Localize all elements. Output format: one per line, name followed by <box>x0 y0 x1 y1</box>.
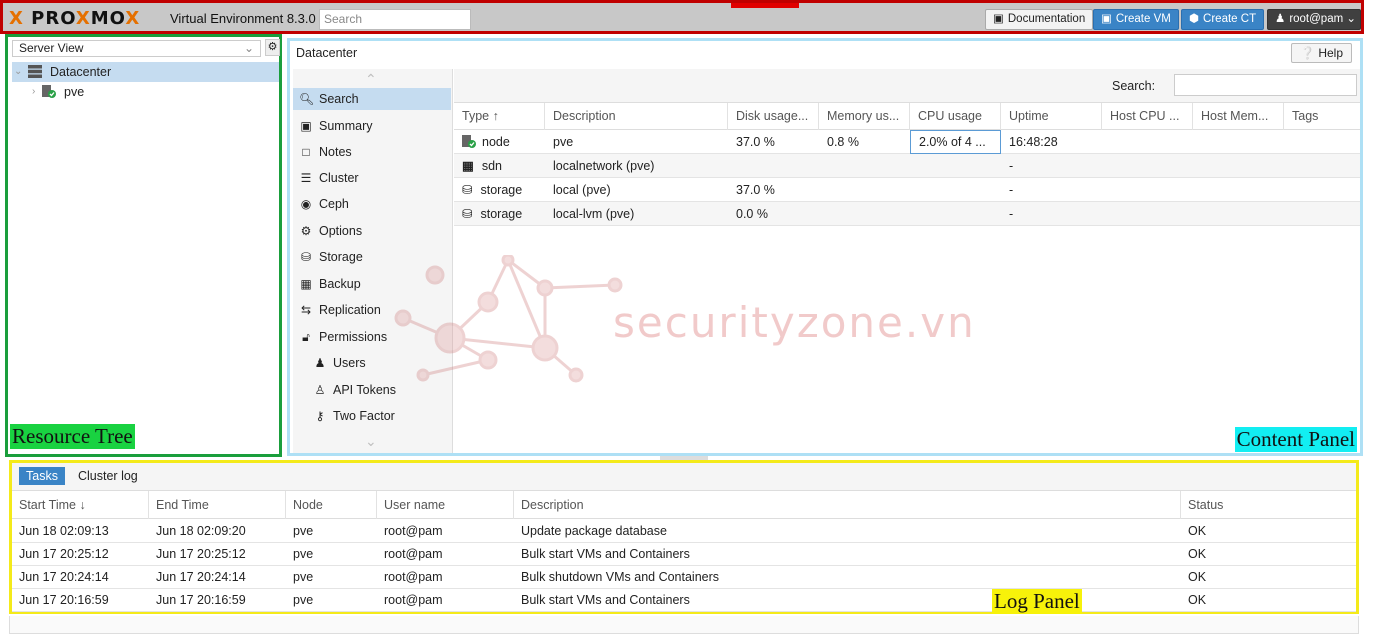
header-marker <box>731 3 799 8</box>
tree-item-label: pve <box>64 85 85 99</box>
resource-grid: Type ↑ Description Disk usage... Memory … <box>454 103 1360 226</box>
book-icon: ▣ <box>993 13 1004 25</box>
column-header-tags[interactable]: Tags <box>1284 103 1360 130</box>
table-row[interactable]: Jun 17 20:25:12 Jun 17 20:25:12 pve root… <box>12 543 1356 566</box>
search-icon: 🔍︎ <box>299 92 315 106</box>
column-header-host-mem[interactable]: Host Mem... <box>1193 103 1284 130</box>
grid-icon: ▦ <box>462 159 474 173</box>
database-icon: ⛁ <box>462 207 473 221</box>
content-panel-annotation: Content Panel <box>1234 427 1357 452</box>
user-menu-button[interactable]: ♟ root@pam ⌄ <box>1267 9 1361 30</box>
breadcrumb: Datacenter <box>296 46 358 60</box>
help-button[interactable]: ❔ Help <box>1291 43 1352 63</box>
server-icon: ☰ <box>300 171 312 185</box>
user-icon: ♟ <box>1275 13 1286 25</box>
tab-cluster-log[interactable]: Cluster log <box>71 467 145 485</box>
tree-item-label: Datacenter <box>50 65 112 79</box>
sort-asc-icon: ↑ <box>492 109 499 123</box>
tree-item-datacenter[interactable]: ⌄ Datacenter <box>12 62 279 82</box>
table-row[interactable]: Jun 17 20:24:14 Jun 17 20:24:14 pve root… <box>12 566 1356 589</box>
column-header-uptime[interactable]: Uptime <box>1001 103 1102 130</box>
watermark-text: securityzone.vn <box>613 298 976 347</box>
nav-item-ceph[interactable]: ◉ Ceph <box>293 193 451 215</box>
bottom-strip <box>9 616 1359 634</box>
server-rack-icon <box>28 65 42 78</box>
nav-item-two-factor[interactable]: ⚷ Two Factor <box>293 405 451 427</box>
table-row[interactable]: Jun 17 20:16:59 Jun 17 20:16:59 pve root… <box>12 589 1356 612</box>
gear-icon: ⚙ <box>300 224 312 238</box>
column-header-user-name[interactable]: User name <box>377 491 514 519</box>
log-panel-annotation: Log Panel <box>992 589 1082 614</box>
column-header-status[interactable]: Status <box>1181 491 1356 519</box>
chevron-down-icon: ⌄ <box>1346 13 1357 25</box>
table-row[interactable]: ▦ sdn localnetwork (pve) - <box>454 154 1360 178</box>
key-icon: ⚷ <box>315 409 325 423</box>
resource-tree-annotation: Resource Tree <box>10 424 135 449</box>
retweet-icon: ⇆ <box>300 303 312 317</box>
column-header-start-time[interactable]: Start Time ↓ <box>12 491 149 519</box>
view-selector[interactable]: Server View ⌄ <box>12 40 261 57</box>
focused-cell[interactable]: 2.0% of 4 ... <box>910 130 1001 154</box>
floppy-icon: ▦ <box>300 277 312 291</box>
node-online-icon <box>462 135 476 148</box>
unlock-icon: 🔓︎ <box>302 330 310 344</box>
user-icon: ♟ <box>314 356 326 370</box>
grid-header: Type ↑ Description Disk usage... Memory … <box>454 103 1360 130</box>
watermark-network-logo <box>394 255 623 383</box>
table-row[interactable]: ⛁ storage local-lvm (pve) 0.0 % - <box>454 202 1360 226</box>
tree-item-pve[interactable]: › pve <box>12 82 279 102</box>
column-header-cpu[interactable]: CPU usage <box>910 103 1001 130</box>
column-header-host-cpu[interactable]: Host CPU ... <box>1102 103 1193 130</box>
log-tabs: Tasks Cluster log <box>12 463 1356 491</box>
nav-item-summary[interactable]: ▣ Summary <box>293 115 451 137</box>
content-panel: Datacenter ❔ Help ⌃ 🔍︎ Search ▣ Summary □ N… <box>287 38 1363 456</box>
documentation-button[interactable]: ▣ Documentation <box>985 9 1094 30</box>
column-header-description[interactable]: Description <box>545 103 728 130</box>
column-header-type[interactable]: Type ↑ <box>454 103 545 130</box>
book-icon: ▣ <box>300 119 312 133</box>
nav-item-cluster[interactable]: ☰ Cluster <box>293 167 451 189</box>
monitor-icon: ▣ <box>1101 13 1112 25</box>
cube-icon: ⬢ <box>1189 13 1200 25</box>
node-online-icon <box>42 85 56 98</box>
table-row[interactable]: ⛁ storage local (pve) 37.0 % - <box>454 178 1360 202</box>
column-header-node[interactable]: Node <box>286 491 377 519</box>
nav-item-options[interactable]: ⚙ Options <box>293 220 451 242</box>
tree-settings-gear-icon[interactable]: ⚙ <box>265 39 280 56</box>
note-icon: □ <box>302 145 310 159</box>
log-grid-header: Start Time ↓ End Time Node User name Des… <box>12 491 1356 519</box>
collapse-icon[interactable]: ⌄ <box>14 62 22 82</box>
log-panel: Tasks Cluster log Start Time ↓ End Time … <box>9 460 1359 614</box>
chevron-down-icon: ⌄ <box>243 41 254 55</box>
database-icon: ⛁ <box>300 250 312 264</box>
column-header-end-time[interactable]: End Time <box>149 491 286 519</box>
scroll-down-icon[interactable]: ⌄ <box>365 433 377 450</box>
create-vm-button[interactable]: ▣ Create VM <box>1093 9 1179 30</box>
user-outline-icon: ♙ <box>314 383 326 397</box>
sort-desc-icon: ↓ <box>79 498 86 512</box>
proxmox-logo[interactable]: X PROXMOX <box>9 8 140 30</box>
global-search-input[interactable]: Search <box>319 9 471 30</box>
table-row[interactable]: Jun 18 02:09:13 Jun 18 02:09:20 pve root… <box>12 520 1356 543</box>
resource-tree: Server View ⌄ ⚙ ⌄ Datacenter › pve Resour… <box>5 34 282 457</box>
top-header: X PROXMOX Virtual Environment 8.3.0 Sear… <box>0 0 1364 34</box>
product-version: Virtual Environment 8.3.0 <box>170 11 316 26</box>
column-header-disk[interactable]: Disk usage... <box>728 103 819 130</box>
scroll-up-icon[interactable]: ⌃ <box>365 71 377 88</box>
grid-toolbar: Search: <box>454 69 1360 103</box>
grid-search-input[interactable] <box>1174 74 1357 96</box>
ceph-icon: ◉ <box>300 197 312 211</box>
tab-tasks[interactable]: Tasks <box>19 467 65 485</box>
column-header-memory[interactable]: Memory us... <box>819 103 910 130</box>
table-row[interactable]: node pve 37.0 % 0.8 % 2.0% of 4 ... 16:4… <box>454 130 1360 154</box>
column-header-description[interactable]: Description <box>514 491 1181 519</box>
question-circle-icon: ❔ <box>1300 46 1319 60</box>
expand-icon[interactable]: › <box>32 82 35 102</box>
create-ct-button[interactable]: ⬢ Create CT <box>1181 9 1265 30</box>
nav-item-notes[interactable]: □ Notes <box>293 141 451 163</box>
search-label: Search: <box>1112 79 1156 93</box>
nav-item-search[interactable]: 🔍︎ Search <box>293 88 451 110</box>
database-icon: ⛁ <box>462 183 473 197</box>
